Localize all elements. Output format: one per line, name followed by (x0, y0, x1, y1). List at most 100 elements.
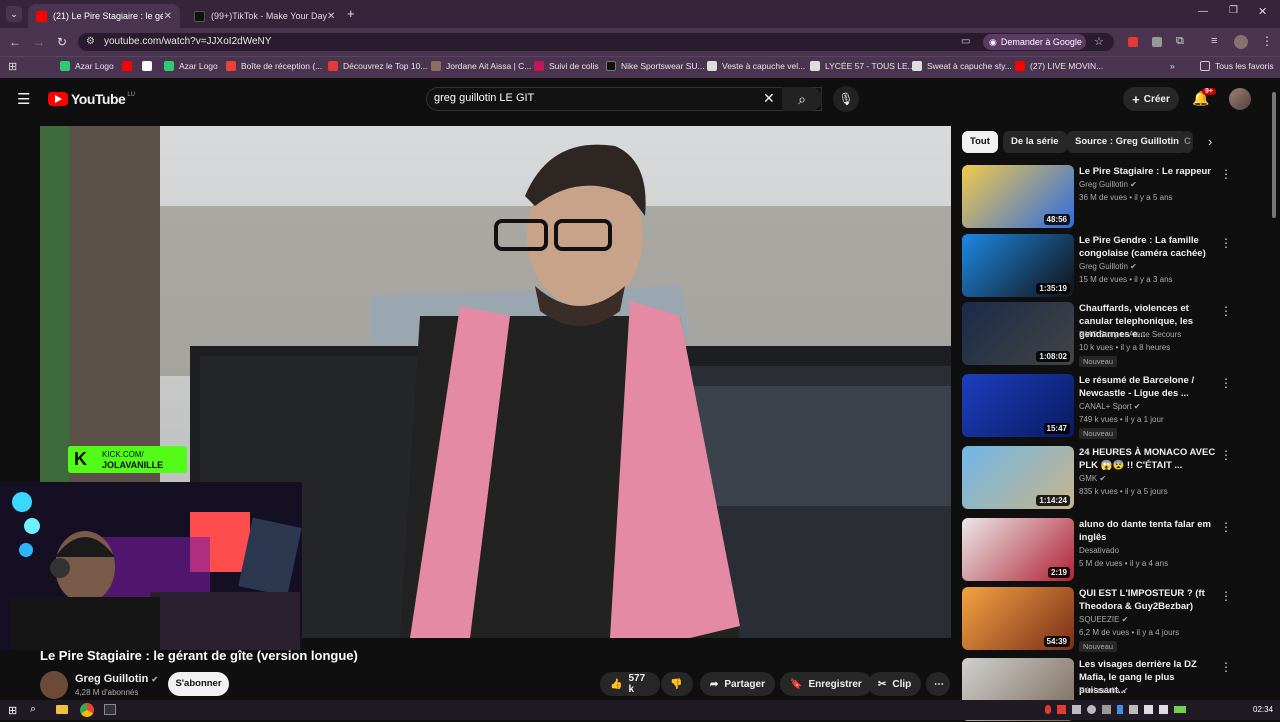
browser-menu-icon[interactable]: ⋮ (1261, 34, 1273, 48)
search-icon[interactable]: ⌕ (30, 703, 36, 716)
extension-icon-red[interactable] (1128, 37, 1138, 47)
bookmark-item[interactable]: Suivi de colis (534, 61, 599, 71)
subscribe-button[interactable]: S'abonner (168, 672, 229, 696)
video-thumbnail[interactable]: 1:08:02 (962, 302, 1074, 365)
file-explorer-icon[interactable] (56, 705, 68, 714)
more-vertical-icon[interactable]: ⋮ (1220, 589, 1232, 603)
install-app-icon[interactable]: ▭ (961, 36, 970, 47)
share-button[interactable]: ➦ Partager (700, 672, 775, 696)
all-favorites-folder[interactable]: Tous les favoris (1200, 61, 1274, 71)
more-vertical-icon[interactable]: ⋮ (1220, 167, 1232, 181)
bookmark-star-icon[interactable]: ☆ (1094, 35, 1104, 48)
recommendation-card[interactable]: 1:14:24 24 HEURES À MONACO AVEC PLK 😱😨 !!… (962, 446, 1262, 510)
clock[interactable]: 02:34 (1253, 705, 1273, 714)
site-info-icon[interactable]: ⚙ (86, 36, 95, 47)
recommendation-channel[interactable]: RMC Story et Alerte Secours (1079, 330, 1181, 339)
new-tab-button[interactable]: + (347, 6, 355, 21)
recommendation-card[interactable]: 15:47 Le résumé de Barcelone / Newcastle … (962, 374, 1262, 439)
bookmark-item[interactable]: Veste à capuche vel... (707, 61, 805, 71)
tab-tiktok[interactable]: (99+)TikTok - Make Your Day ✕ (186, 4, 342, 28)
profile-avatar-icon[interactable] (1234, 35, 1248, 49)
video-thumbnail[interactable]: 1:35:19 (962, 234, 1074, 297)
more-vertical-icon[interactable]: ⋮ (1220, 236, 1232, 250)
reload-icon[interactable]: ↻ (54, 34, 70, 50)
recommendation-card[interactable]: 1:08:02 Chauffards, violences et canular … (962, 302, 1262, 367)
recommendation-title[interactable]: QUI EST L'IMPOSTEUR ? (ft Theodora & Guy… (1079, 587, 1219, 613)
recommendation-channel[interactable]: GMK ✔ (1079, 474, 1106, 483)
notifications-button[interactable]: 🔔 9+ (1192, 88, 1216, 107)
tab-search-button[interactable]: ⌄ (6, 6, 22, 22)
recommendation-channel[interactable]: SQUEEZIE ✔ (1079, 615, 1128, 624)
recommendation-card[interactable]: 1:35:19 Le Pire Gendre : La famille congo… (962, 234, 1262, 298)
recommendation-card[interactable]: 54:39 QUI EST L'IMPOSTEUR ? (ft Theodora … (962, 587, 1262, 652)
recommendation-channel[interactable]: Greg Guillotin ✔ (1079, 180, 1137, 189)
recommendation-channel[interactable]: Greg Guillotin ✔ (1079, 262, 1137, 271)
more-vertical-icon[interactable]: ⋮ (1220, 448, 1232, 462)
bookmark-item[interactable]: Azar Logo (60, 61, 114, 71)
recommendation-title[interactable]: Le Pire Stagiaire : Le rappeur (1079, 165, 1219, 178)
windows-start-icon[interactable]: ⊞ (8, 704, 17, 717)
window-close-button[interactable]: ✕ (1258, 5, 1267, 18)
search-query[interactable]: greg guillotin LE GIT (434, 92, 534, 104)
chip-more[interactable]: C (1181, 131, 1193, 153)
more-vertical-icon[interactable]: ⋮ (1220, 376, 1232, 390)
voice-search-button[interactable]: 🎙 (833, 86, 859, 112)
chrome-icon[interactable] (80, 703, 94, 717)
channel-name[interactable]: Greg Guillotin ✔ (75, 673, 158, 685)
chips-next-chevron-icon[interactable]: › (1208, 134, 1212, 149)
chip-source[interactable]: Source : Greg Guillotin (1067, 131, 1187, 153)
channel-avatar[interactable] (40, 671, 68, 699)
more-bookmarks-chevron-icon[interactable]: » (1170, 61, 1175, 71)
account-avatar[interactable] (1229, 88, 1251, 110)
back-icon[interactable]: ← (7, 34, 23, 50)
forward-icon[interactable]: → (31, 34, 47, 50)
recommendation-title[interactable]: 24 HEURES À MONACO AVEC PLK 😱😨 !! C'ÉTAI… (1079, 446, 1219, 472)
recommendation-title[interactable]: Le résumé de Barcelone / Newcastle - Lig… (1079, 374, 1219, 400)
recommendation-card[interactable]: 48:56 Le Pire Stagiaire : Le rappeur Greg … (962, 165, 1262, 229)
bookmark-item[interactable]: Découvrez le Top 10... (328, 61, 427, 71)
chip-all[interactable]: Tout (962, 131, 998, 153)
close-icon[interactable]: ✕ (164, 11, 172, 22)
recommendation-title[interactable]: Le Pire Gendre : La famille congolaise (… (1079, 234, 1219, 260)
bookmark-item[interactable]: (27) LIVE MOVIN... (1015, 61, 1103, 71)
bookmark-item[interactable]: Boîte de réception (... (226, 61, 322, 71)
ask-google-button[interactable]: ◉ Demander à Google (983, 34, 1086, 50)
recommendation-channel[interactable]: Desativado (1079, 546, 1119, 555)
tab-youtube[interactable]: (21) Le Pire Stagiaire : le gérant ✕ (28, 4, 180, 28)
close-icon[interactable]: ✕ (327, 11, 335, 22)
system-tray[interactable] (1045, 704, 1235, 715)
dislike-button[interactable]: 👎 (661, 672, 693, 696)
bookmark-item[interactable]: Jordane Ait Aissa | C... (431, 61, 531, 71)
page-scrollbar[interactable] (1272, 92, 1276, 218)
chip-series[interactable]: De la série (1003, 131, 1067, 153)
video-thumbnail[interactable]: 54:39 (962, 587, 1074, 650)
more-actions-button[interactable]: ⋯ (926, 672, 950, 696)
video-thumbnail[interactable]: 1:14:24 (962, 446, 1074, 509)
hamburger-menu-icon[interactable]: ☰ (17, 90, 30, 108)
recommendation-channel[interactable]: Réel média ✔ (1079, 686, 1128, 695)
recommendation-channel[interactable]: CANAL+ Sport ✔ (1079, 402, 1141, 411)
recommendation-title[interactable]: aluno do dante tenta falar em inglês (1079, 518, 1219, 544)
bookmark-item[interactable]: Sweat à capuche sty... (912, 61, 1012, 71)
terminal-icon[interactable] (104, 704, 116, 715)
more-vertical-icon[interactable]: ⋮ (1220, 520, 1232, 534)
video-thumbnail[interactable]: 2:19 (962, 518, 1074, 581)
clear-search-icon[interactable]: ✕ (763, 90, 775, 107)
reading-list-icon[interactable]: ≡ (1211, 35, 1217, 47)
extension-icon-grey[interactable] (1152, 37, 1162, 47)
url-text[interactable]: youtube.com/watch?v=JJXoI2dWeNY (104, 36, 271, 47)
restore-button[interactable]: ❐ (1229, 5, 1238, 16)
save-button[interactable]: 🔖 Enregistrer (780, 672, 872, 696)
bookmark-item[interactable] (122, 61, 137, 71)
like-button[interactable]: 👍 577 k (600, 672, 660, 696)
more-vertical-icon[interactable]: ⋮ (1220, 660, 1232, 674)
bookmark-item[interactable] (142, 61, 157, 71)
minimize-button[interactable]: — (1198, 6, 1208, 17)
video-thumbnail[interactable]: 48:56 (962, 165, 1074, 228)
create-button[interactable]: + Créer (1123, 87, 1179, 111)
clip-button[interactable]: ✂ Clip (868, 672, 922, 696)
youtube-logo[interactable]: YouTube LU (48, 91, 135, 107)
apps-grid-icon[interactable]: ⊞ (8, 60, 17, 73)
search-button[interactable]: ⌕ (782, 87, 822, 111)
bookmark-item[interactable]: Nike Sportswear SU... (606, 61, 705, 71)
